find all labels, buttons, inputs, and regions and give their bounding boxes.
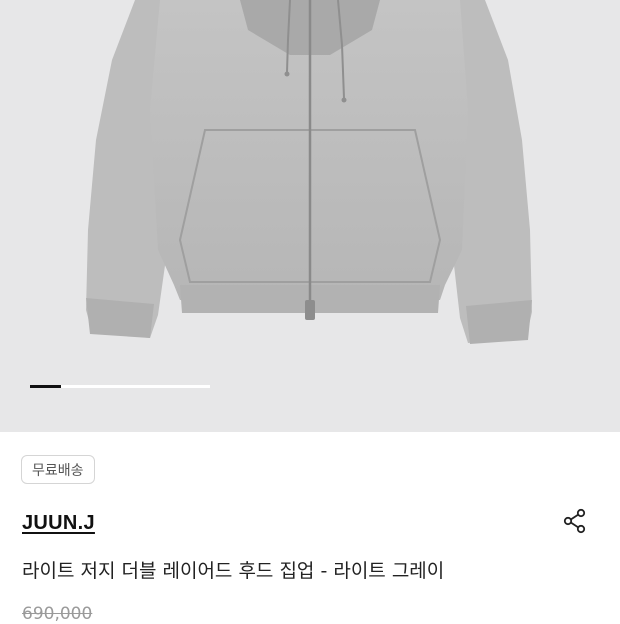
carousel-progress-fill <box>30 385 61 388</box>
brand-link[interactable]: JUUN.J <box>22 512 95 535</box>
free-shipping-badge: 무료배송 <box>21 455 95 484</box>
product-title: 라이트 저지 더블 레이어드 후드 집업 - 라이트 그레이 <box>22 560 445 582</box>
hoodie-image <box>86 0 532 344</box>
original-price: 690,000 <box>22 604 93 624</box>
carousel-progress-bar <box>30 385 210 388</box>
product-image-carousel[interactable] <box>0 0 620 432</box>
share-button[interactable] <box>560 506 590 536</box>
share-icon <box>563 508 586 534</box>
